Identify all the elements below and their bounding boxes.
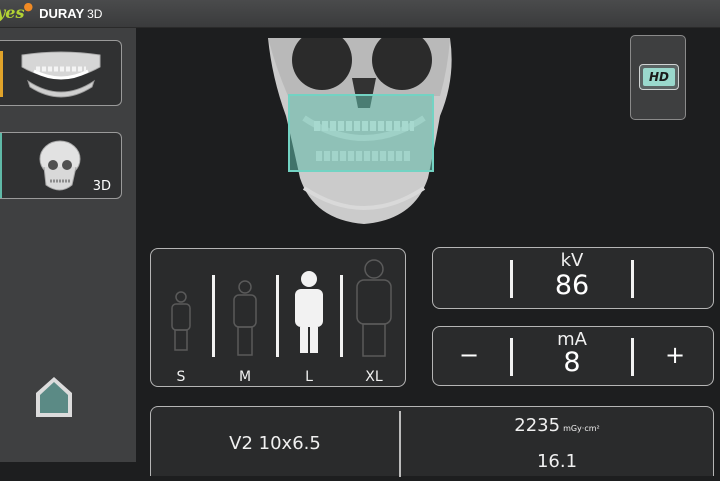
kv-label: kV — [560, 250, 584, 271]
hd-label: HD — [643, 68, 675, 86]
fov-box[interactable] — [288, 94, 434, 172]
divider — [631, 338, 634, 376]
dose-unit: mGy·cm² — [563, 424, 600, 433]
brand-dot: ● — [23, 0, 34, 13]
divider — [510, 260, 513, 298]
size-option-s[interactable]: S — [151, 249, 211, 388]
kv-value: 86 — [554, 270, 590, 301]
brand-logo: yes ● DURAY 3D — [0, 0, 103, 25]
ma-decrease-button[interactable]: − — [459, 341, 479, 369]
patient-size-panel: S M L XL — [150, 248, 406, 387]
size-label: S — [176, 369, 186, 385]
size-option-xl[interactable]: XL — [343, 249, 405, 388]
app-header: yes ● DURAY 3D — [0, 0, 720, 28]
scan-info-panel: V2 10x6.5 2235 mGy·cm² 16.1 — [150, 406, 714, 477]
person-large-icon — [295, 271, 323, 353]
hd-toggle-frame: HD — [630, 35, 686, 120]
sidebar-item-panoramic[interactable] — [0, 40, 122, 106]
divider — [510, 338, 513, 376]
sidebar-item-3d[interactable]: 3D — [0, 132, 122, 199]
dose-readout: 2235 mGy·cm² — [401, 415, 713, 436]
ma-panel: − mA 8 + — [432, 326, 714, 386]
size-option-m[interactable]: M — [215, 249, 275, 388]
size-label: M — [238, 369, 252, 385]
kv-panel: kV 86 — [432, 247, 714, 309]
jaw-icon — [21, 51, 101, 98]
divider — [631, 260, 634, 298]
ma-increase-button[interactable]: + — [665, 341, 685, 369]
person-xlarge-icon — [356, 259, 392, 357]
main-panel: HD S M L XL kV 86 − mA 8 + V2 10x6.5 223… — [136, 28, 720, 477]
person-medium-icon — [233, 280, 257, 356]
size-label: L — [305, 369, 313, 385]
brand-model: DURAY — [39, 6, 85, 21]
hd-button[interactable]: HD — [639, 64, 679, 90]
brand-prefix: yes — [0, 3, 25, 22]
ma-value: 8 — [563, 347, 581, 378]
size-option-l[interactable]: L — [279, 249, 339, 388]
brand-suffix: 3D — [87, 7, 103, 21]
home-icon[interactable] — [34, 375, 74, 419]
dose-value: 2235 — [514, 415, 561, 436]
sidebar: 3D — [0, 28, 136, 462]
size-label: XL — [365, 369, 383, 385]
sidebar-item-label: 3D — [92, 179, 111, 194]
fov-size: V2 10x6.5 — [229, 433, 321, 454]
